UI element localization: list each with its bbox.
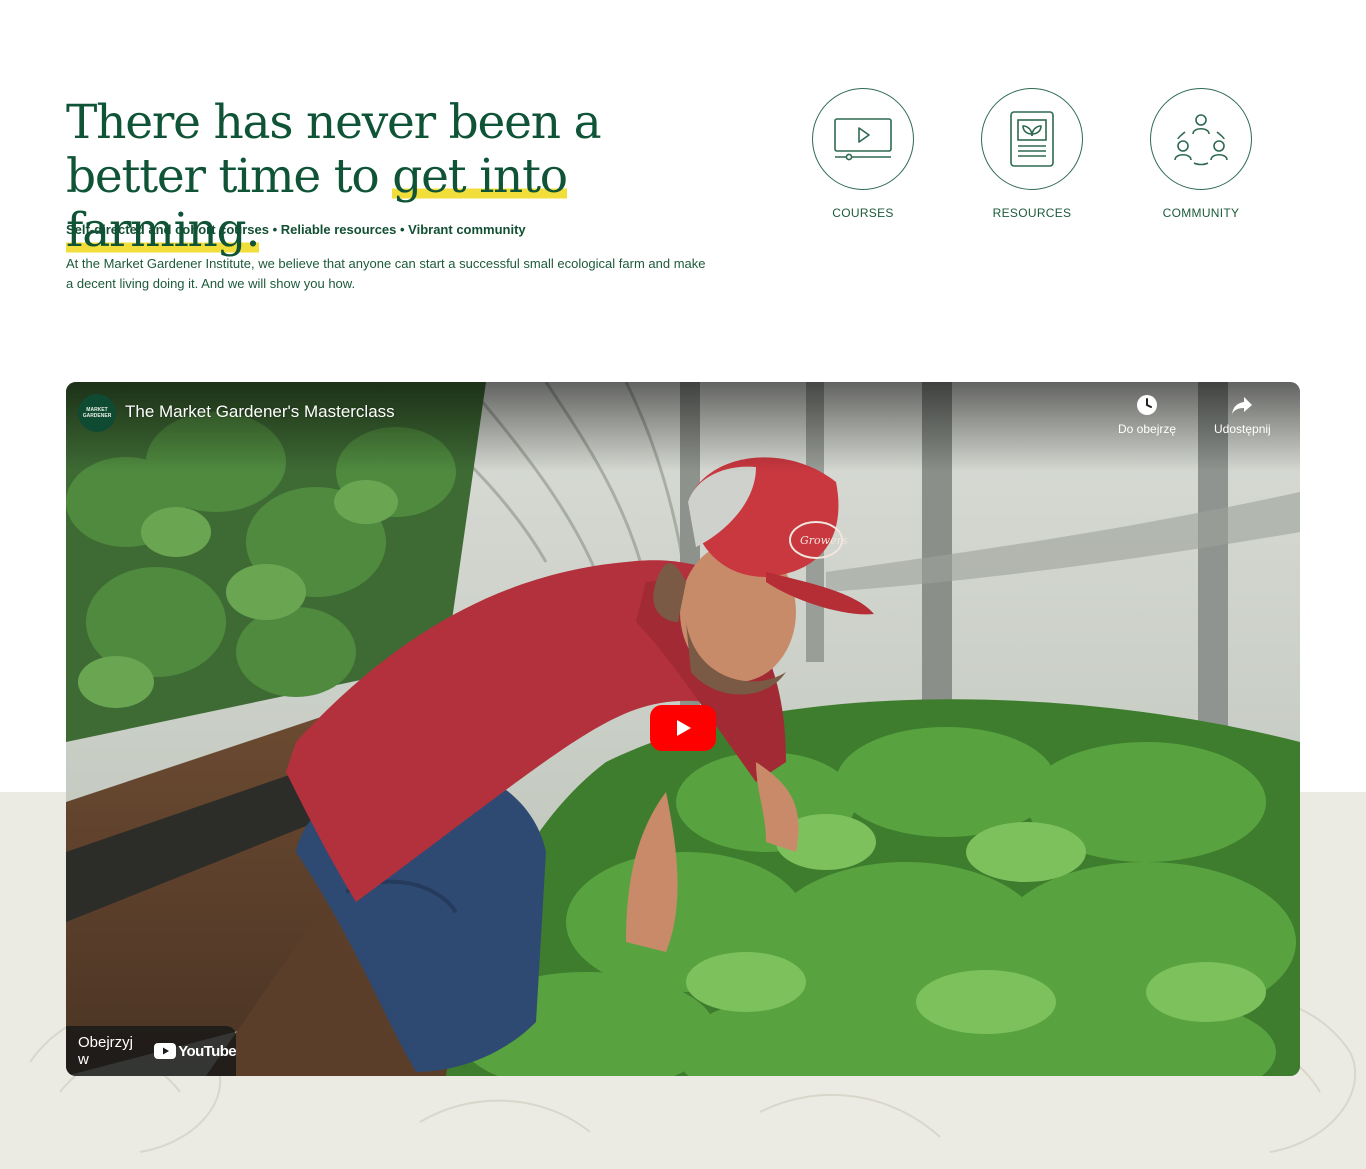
community-label: COMMUNITY <box>1162 206 1240 220</box>
hero-intro: At the Market Gardener Institute, we bel… <box>66 256 706 291</box>
courses-label: COURSES <box>832 206 894 220</box>
play-button[interactable] <box>650 705 716 751</box>
video-embed[interactable]: Growers MARKET GARDENER The Market Garde… <box>66 382 1300 1076</box>
video-top-shade <box>66 382 1300 472</box>
youtube-wordmark: YouTube <box>178 1042 236 1060</box>
channel-avatar-text: MARKET GARDENER <box>82 407 112 419</box>
resources-label: RESOURCES <box>992 206 1072 220</box>
share-label: Udostępnij <box>1214 422 1271 436</box>
watch-later-button[interactable]: Do obejrzę <box>1118 394 1176 436</box>
hero-tagline: Self-directed and cohort courses • Relia… <box>66 222 526 237</box>
channel-avatar[interactable]: MARKET GARDENER <box>78 394 116 432</box>
video-title[interactable]: The Market Gardener's Masterclass <box>125 402 395 422</box>
clock-icon <box>1137 395 1158 415</box>
play-icon <box>677 720 691 736</box>
cap-logo-text: Growers <box>800 534 848 547</box>
resources-icon-circle <box>981 88 1083 190</box>
community-cycle-icon <box>1174 114 1228 166</box>
share-button[interactable]: Udostępnij <box>1214 394 1271 436</box>
document-leaf-icon <box>1010 111 1054 167</box>
community-icon-circle <box>1150 88 1252 190</box>
watch-later-label: Do obejrzę <box>1118 422 1177 436</box>
resources-link[interactable]: RESOURCES <box>947 88 1117 220</box>
watch-on-label: Obejrzyj w <box>78 1034 134 1068</box>
courses-icon-circle <box>812 88 914 190</box>
video-player-icon <box>834 118 892 161</box>
youtube-play-icon <box>154 1043 177 1059</box>
courses-link[interactable]: COURSES <box>778 88 948 220</box>
watch-on-youtube-button[interactable]: Obejrzyj w YouTube <box>66 1026 237 1076</box>
share-arrow-icon <box>1232 397 1253 414</box>
community-link[interactable]: COMMUNITY <box>1116 88 1286 220</box>
youtube-logo: YouTube <box>154 1042 237 1060</box>
